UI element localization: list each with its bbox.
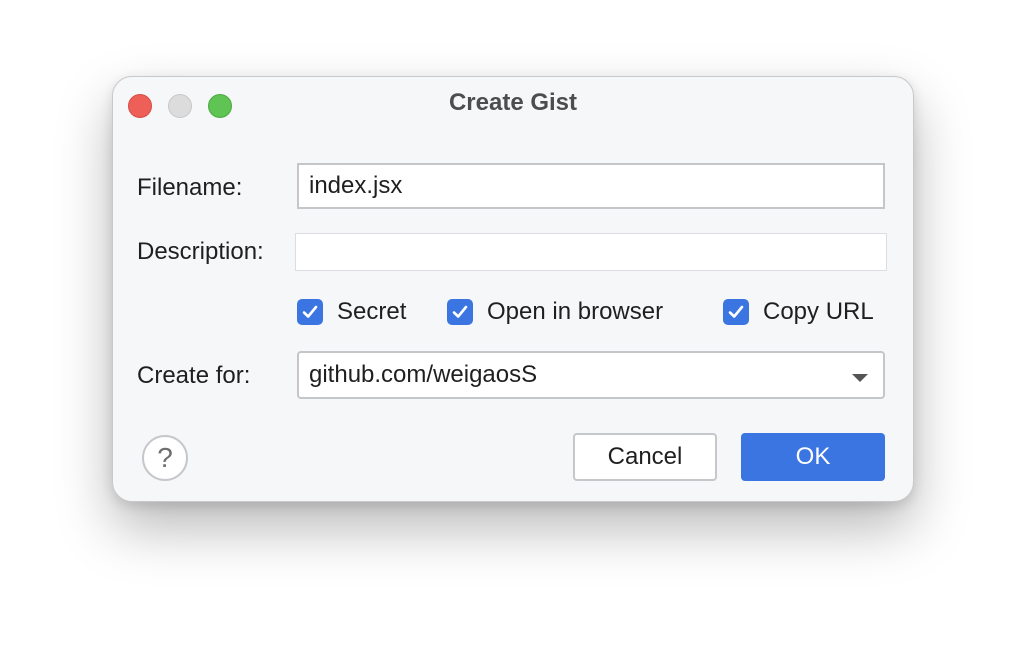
open-in-browser-checkbox-label: Open in browser	[487, 298, 664, 325]
chevron-down-icon	[851, 370, 869, 388]
copy-url-checkbox-label: Copy URL	[763, 298, 874, 325]
checkmark-icon[interactable]	[723, 299, 749, 325]
create-for-dropdown[interactable]: github.com/weigaosS	[297, 351, 885, 399]
cancel-button[interactable]: Cancel	[573, 433, 717, 481]
checkmark-icon[interactable]	[447, 299, 473, 325]
dialog-title: Create Gist	[448, 89, 578, 116]
open-in-browser-checkbox[interactable]: Open in browser	[447, 298, 664, 325]
ok-button[interactable]: OK	[741, 433, 885, 481]
copy-url-checkbox[interactable]: Copy URL	[723, 298, 874, 325]
filename-label: Filename:	[137, 174, 243, 201]
create-for-value: github.com/weigaosS	[309, 361, 538, 388]
create-for-label: Create for:	[137, 362, 251, 389]
description-field[interactable]	[295, 233, 887, 271]
filename-field[interactable]	[297, 163, 885, 209]
secret-checkbox-label: Secret	[337, 298, 407, 325]
secret-checkbox[interactable]: Secret	[297, 298, 407, 325]
checkmark-icon[interactable]	[297, 299, 323, 325]
create-gist-dialog: Create Gist Filename: Description: Secre…	[112, 76, 914, 502]
help-button[interactable]: ?	[142, 435, 188, 481]
description-label: Description:	[137, 238, 264, 265]
